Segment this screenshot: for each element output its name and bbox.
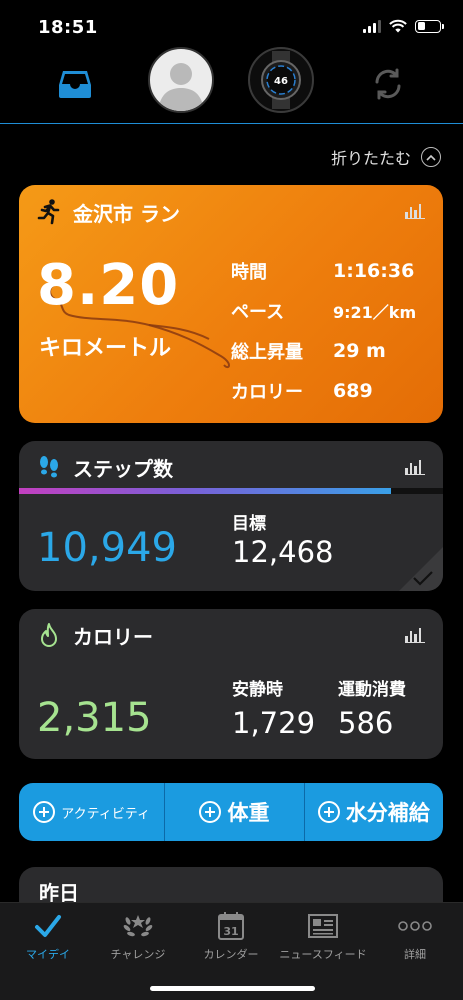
stat-value: 29 m xyxy=(333,340,386,362)
tab-my-day[interactable]: マイデイ xyxy=(3,911,93,962)
running-person-icon xyxy=(37,199,60,225)
avatar[interactable] xyxy=(148,47,214,113)
calories-card[interactable]: カロリー 2,315 安静時 1,729 運動消費 586 xyxy=(19,609,443,759)
add-activity-button[interactable]: アクティビティ xyxy=(19,783,166,841)
bottom-tab-bar: マイデイ チャレンジ 31 カレンダー ニュースフィード 詳細 xyxy=(0,902,463,1000)
collapse-toggle[interactable]: 折りたたむ xyxy=(331,145,441,169)
steps-progress-fill xyxy=(19,488,392,494)
run-stat-elevation: 総上昇量 29 m xyxy=(231,331,431,371)
add-hydration-button[interactable]: 水分補給 xyxy=(305,783,443,841)
resting-value: 1,729 xyxy=(232,706,316,740)
run-title: 金沢市 ラン xyxy=(73,202,180,226)
run-stats: 時間 1:16:36 ペース 9:21／km 総上昇量 29 m カロリー 68… xyxy=(231,251,431,411)
inbox-icon[interactable] xyxy=(43,52,107,116)
steps-card[interactable]: ステップ数 10,949 目標 12,468 xyxy=(19,441,443,591)
calories-total-value: 2,315 xyxy=(37,695,152,741)
watch-device-icon[interactable]: 46 xyxy=(248,47,314,113)
goal-check-icon xyxy=(399,547,443,591)
stat-value: 1:16:36 xyxy=(333,260,415,282)
footprints-icon xyxy=(40,456,58,478)
bar-chart-icon[interactable] xyxy=(405,457,425,475)
plus-circle-icon xyxy=(199,801,222,823)
stat-value: 9:21／km xyxy=(333,303,417,322)
quick-add-bar: アクティビティ 体重 水分補給 xyxy=(19,783,443,841)
tab-label: ニュースフィード xyxy=(279,948,367,961)
add-weight-label: 体重 xyxy=(227,801,270,825)
calendar-icon: 31 xyxy=(218,912,244,940)
tab-label: カレンダー xyxy=(203,948,259,961)
collapse-label: 折りたたむ xyxy=(330,149,411,168)
tab-challenges[interactable]: チャレンジ xyxy=(93,911,183,962)
add-hydration-label: 水分補給 xyxy=(345,801,430,825)
calendar-day-number: 31 xyxy=(223,925,238,938)
stat-label: 時間 xyxy=(231,262,267,283)
wifi-icon xyxy=(389,19,407,33)
run-stat-pace: ペース 9:21／km xyxy=(231,291,431,331)
stat-value: 689 xyxy=(333,380,373,402)
check-icon xyxy=(35,915,61,937)
run-stat-time: 時間 1:16:36 xyxy=(231,251,431,291)
steps-title: ステップ数 xyxy=(73,457,173,481)
plus-circle-icon xyxy=(33,801,56,823)
run-distance-value: 8.20 xyxy=(37,253,180,318)
tab-label: チャレンジ xyxy=(110,948,166,961)
watch-face-number: 46 xyxy=(274,76,288,87)
battery-icon xyxy=(415,19,444,33)
status-icons xyxy=(363,19,444,33)
cellular-signal-icon xyxy=(363,19,381,33)
steps-goal-label: 目標 xyxy=(232,514,266,534)
chevron-up-icon xyxy=(421,147,441,167)
tab-newsfeed[interactable]: ニュースフィード xyxy=(275,911,371,962)
run-activity-card[interactable]: 金沢市 ラン 8.20 キロメートル 時間 1:16:36 ペース 9:21／k… xyxy=(19,185,443,423)
steps-progress-bar xyxy=(19,488,443,494)
active-label: 運動消費 xyxy=(338,680,406,700)
resting-label: 安静時 xyxy=(232,680,283,700)
plus-circle-icon xyxy=(317,801,340,823)
top-nav: 46 xyxy=(0,44,463,124)
steps-goal-value: 12,468 xyxy=(232,535,334,569)
active-value: 586 xyxy=(338,706,394,740)
bar-chart-icon[interactable] xyxy=(405,201,425,219)
add-weight-button[interactable]: 体重 xyxy=(165,783,305,841)
run-distance-unit: キロメートル xyxy=(39,336,172,361)
stat-label: カロリー xyxy=(231,382,303,403)
resting-calories: 安静時 1,729 xyxy=(232,675,315,740)
active-calories: 運動消費 586 xyxy=(338,675,406,740)
tab-more[interactable]: 詳細 xyxy=(370,911,460,962)
stat-label: 総上昇量 xyxy=(231,342,303,363)
sync-icon[interactable] xyxy=(356,52,420,116)
laurel-icon xyxy=(123,915,153,937)
newspaper-icon xyxy=(308,914,338,938)
tab-calendar[interactable]: 31 カレンダー xyxy=(186,911,276,962)
tab-label: マイデイ xyxy=(26,948,70,961)
status-time: 18:51 xyxy=(38,17,98,38)
stat-label: ペース xyxy=(231,302,285,323)
more-icon xyxy=(398,921,432,931)
home-indicator xyxy=(150,986,315,991)
bar-chart-icon[interactable] xyxy=(405,625,425,643)
flame-icon xyxy=(41,623,57,647)
calories-title: カロリー xyxy=(73,625,153,649)
run-stat-calories: カロリー 689 xyxy=(231,371,431,411)
steps-value: 10,949 xyxy=(37,525,177,571)
add-activity-label: アクティビティ xyxy=(61,806,151,822)
tab-label: 詳細 xyxy=(404,948,426,961)
